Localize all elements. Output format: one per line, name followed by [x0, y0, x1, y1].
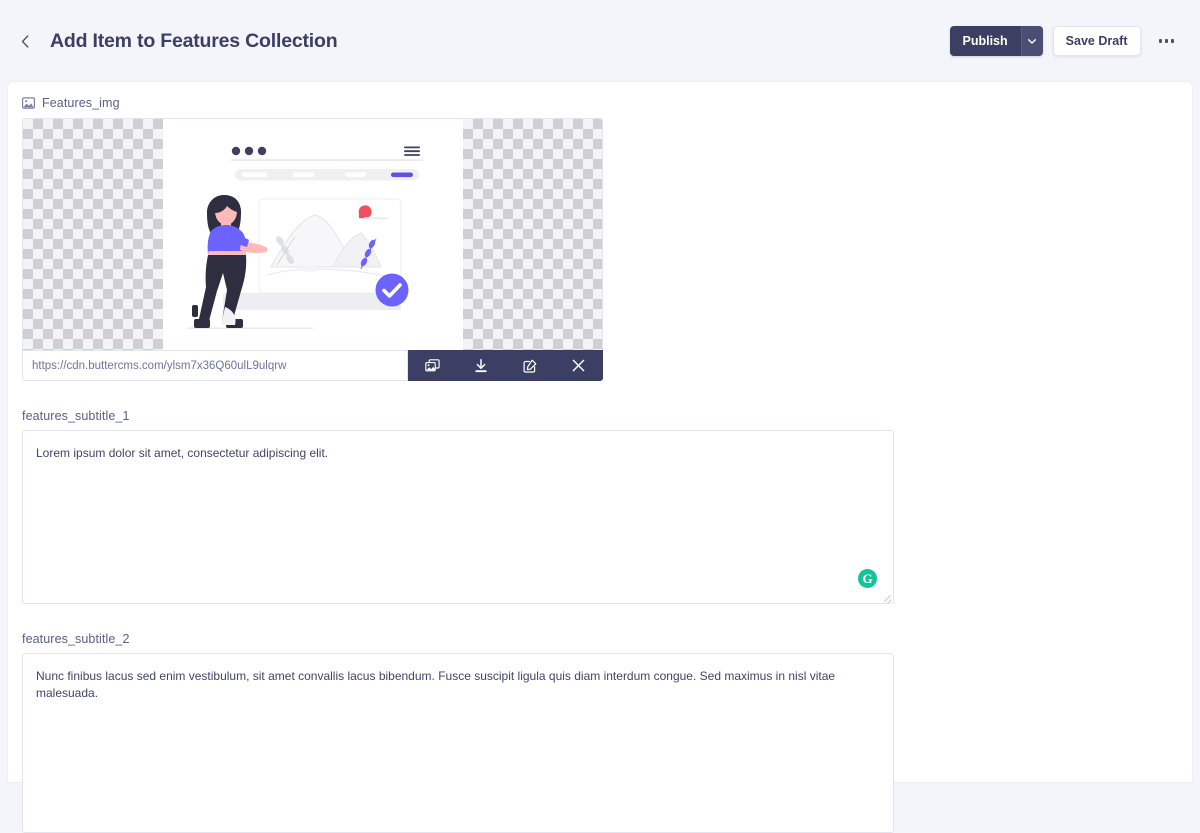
edit-image-button[interactable] [513, 350, 547, 381]
illustration-svg [187, 146, 423, 329]
replace-image-button[interactable] [415, 350, 449, 381]
close-icon [572, 359, 585, 372]
edit-square-icon [523, 359, 537, 373]
image-action-toolbar [408, 350, 603, 381]
download-icon [475, 358, 487, 372]
textarea-resize-handle[interactable] [882, 592, 892, 602]
publish-button[interactable]: Publish [949, 26, 1021, 56]
image-upload-widget [22, 118, 603, 381]
remove-image-button[interactable] [562, 350, 596, 381]
save-draft-button[interactable]: Save Draft [1052, 26, 1141, 56]
back-button[interactable] [12, 28, 38, 54]
ellipsis-horizontal-icon [1164, 39, 1168, 43]
image-icon [22, 97, 35, 109]
ellipsis-horizontal-icon [1158, 39, 1162, 43]
page-title: Add Item to Features Collection [50, 29, 338, 52]
ellipsis-horizontal-icon [1170, 39, 1174, 43]
images-stack-icon [425, 359, 440, 372]
features-subtitle-2-label: features_subtitle_2 [22, 632, 130, 646]
app-header: Add Item to Features Collection Publish … [0, 0, 1200, 82]
content-card: Features_img https://cdn.buttercms.com/y… [8, 82, 1192, 833]
features-subtitle-2-wrap [22, 653, 894, 833]
image-preview[interactable] [22, 118, 603, 350]
publish-dropdown-toggle[interactable] [1020, 26, 1043, 56]
features-subtitle-1-wrap: G [22, 430, 894, 604]
download-image-button[interactable] [464, 350, 498, 381]
header-actions: Publish Save Draft [949, 26, 1179, 56]
checkmark-badge [375, 273, 409, 307]
field-features-subtitle-1: features_subtitle_1 G [22, 409, 894, 604]
chevron-left-icon [21, 34, 29, 48]
chevron-down-icon [1028, 38, 1037, 44]
image-field-label: Features_img [42, 96, 120, 110]
image-url-row [22, 350, 603, 381]
image-field-label-row: Features_img [8, 96, 1192, 110]
field-features-subtitle-2: features_subtitle_2 [22, 632, 894, 833]
grammarly-badge-icon[interactable]: G [858, 569, 877, 588]
features-subtitle-1-label: features_subtitle_1 [22, 409, 130, 423]
image-url-input[interactable] [22, 350, 408, 381]
features-subtitle-1-input[interactable] [22, 430, 894, 604]
features-subtitle-2-input[interactable] [22, 653, 894, 833]
more-options-button[interactable] [1155, 31, 1179, 51]
publish-button-group: Publish [949, 26, 1043, 56]
image-upload-success-illustration [163, 119, 463, 350]
